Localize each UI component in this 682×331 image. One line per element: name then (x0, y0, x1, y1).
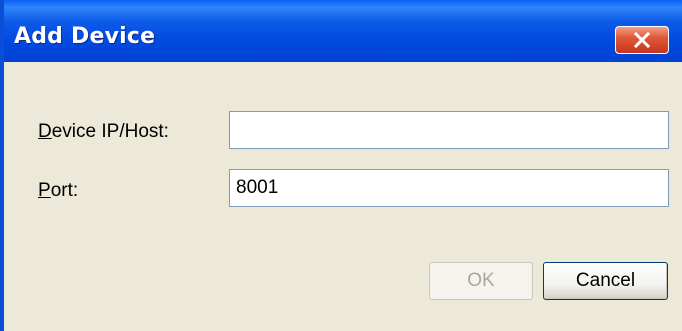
ok-button[interactable]: OK (429, 262, 533, 300)
port-label: Port: (38, 180, 79, 201)
cancel-button[interactable]: Cancel (543, 262, 668, 300)
title-bar[interactable]: Add Device (4, 0, 682, 62)
close-button[interactable] (615, 26, 669, 54)
window-title: Add Device (14, 24, 156, 49)
device-host-label: Device IP/Host: (38, 121, 169, 142)
port-input[interactable]: 8001 (229, 169, 669, 207)
add-device-dialog: Add Device Device IP/Host: Port: 8001 OK… (0, 0, 682, 331)
device-host-input[interactable] (229, 111, 669, 149)
close-icon (633, 31, 651, 49)
